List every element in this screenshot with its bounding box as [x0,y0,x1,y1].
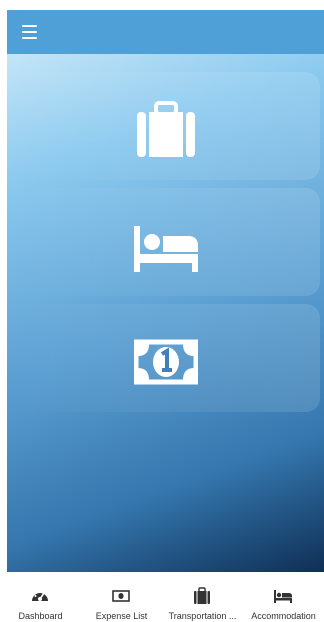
main-content [7,54,324,572]
bottom-nav: Dashboard Expense List Transportation ..… [0,572,324,622]
nav-expense-list[interactable]: Expense List [81,572,162,622]
transportation-card[interactable] [7,72,320,180]
nav-accommodation-label: Accommodation [251,611,316,621]
nav-dashboard-label: Dashboard [18,611,63,621]
tachometer-icon [31,587,49,605]
suitcase-icon [134,98,198,162]
nav-dashboard[interactable]: Dashboard [0,572,81,622]
nav-expense-list-label: Expense List [95,611,148,621]
money-bill-icon [134,330,198,394]
bed-icon [274,587,292,605]
hamburger-menu-icon[interactable] [20,22,40,42]
app-bar [7,10,324,54]
bed-icon [134,214,198,278]
nav-transportation[interactable]: Transportation ... [162,572,243,622]
expense-card[interactable] [7,304,320,412]
suitcase-icon [193,587,211,605]
nav-transportation-label: Transportation ... [168,611,237,621]
accommodation-card[interactable] [7,188,320,296]
status-strip [0,0,324,10]
nav-accommodation[interactable]: Accommodation [243,572,324,622]
money-bill-icon [112,587,130,605]
